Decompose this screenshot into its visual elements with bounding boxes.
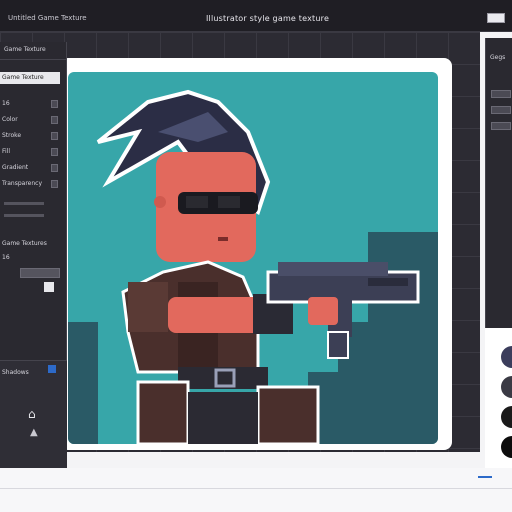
property-row[interactable]: Color — [0, 114, 60, 126]
property-label: Color — [2, 116, 18, 123]
palette-swatch[interactable] — [501, 346, 512, 368]
scroll-indicator[interactable] — [478, 476, 492, 478]
app-window: Untitled Game Texture Illustrator style … — [0, 0, 512, 512]
swatch-button[interactable] — [44, 282, 54, 292]
status-area — [0, 468, 512, 512]
property-checkbox[interactable] — [51, 148, 58, 156]
status-divider — [0, 488, 512, 489]
size-slider[interactable] — [4, 214, 44, 217]
layer-icon[interactable]: ▲ — [30, 427, 38, 438]
right-panel-label: Gegs — [490, 54, 506, 61]
window-control-button[interactable] — [487, 13, 505, 23]
panel-header-label: Game Texture — [4, 46, 46, 53]
palette-swatch[interactable] — [501, 376, 512, 398]
document-tab[interactable]: Untitled Game Texture — [8, 14, 87, 22]
property-label: 16 — [2, 100, 10, 107]
property-checkbox[interactable] — [51, 164, 58, 172]
accent-indicator — [48, 365, 56, 373]
property-row[interactable]: Stroke — [0, 130, 60, 142]
property-row[interactable]: Fill — [0, 146, 60, 158]
property-label: Transparency — [2, 180, 43, 187]
field-label: 16 — [2, 254, 10, 261]
property-checkbox[interactable] — [51, 100, 58, 108]
title-bar: Untitled Game Texture Illustrator style … — [0, 0, 512, 32]
property-checkbox[interactable] — [51, 180, 58, 188]
right-panel-field[interactable] — [491, 90, 511, 98]
left-properties-panel: Game Texture Game Texture 16 Color Strok… — [0, 42, 67, 510]
property-checkbox[interactable] — [51, 132, 58, 140]
property-row[interactable]: Gradient — [0, 162, 60, 174]
field-row: 16 — [0, 252, 60, 264]
opacity-slider[interactable] — [4, 202, 44, 205]
lower-body — [136, 367, 320, 444]
face — [154, 152, 258, 262]
value-field[interactable] — [20, 268, 60, 278]
character-illustration — [68, 89, 438, 444]
property-label: Gradient — [2, 164, 29, 171]
palette-swatch[interactable] — [501, 406, 512, 428]
artboard[interactable] — [60, 58, 452, 450]
property-row[interactable]: 16 — [0, 98, 60, 110]
window-title: Illustrator style game texture — [206, 14, 330, 23]
right-panel-field[interactable] — [491, 122, 511, 130]
home-icon[interactable]: ⌂ — [28, 407, 36, 421]
color-palette — [485, 328, 512, 478]
property-checkbox[interactable] — [51, 116, 58, 124]
property-label: Fill — [2, 148, 11, 155]
right-panel-field[interactable] — [491, 106, 511, 114]
section-title: Game Textures — [0, 238, 60, 250]
property-label: Stroke — [2, 132, 22, 139]
layers-header-label: Shadows — [2, 369, 29, 376]
property-row[interactable]: Transparency — [0, 178, 60, 190]
palette-swatch[interactable] — [501, 436, 512, 458]
panel-header: Game Texture — [0, 46, 67, 60]
character-artwork — [68, 72, 438, 444]
section-label: Game Textures — [2, 240, 47, 247]
preset-select[interactable]: Game Texture — [0, 72, 60, 84]
